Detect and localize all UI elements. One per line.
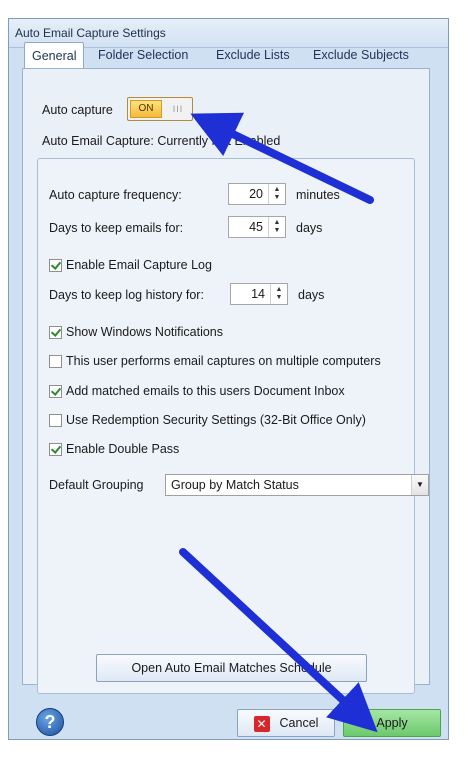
frequency-value[interactable]: 20 bbox=[229, 184, 267, 204]
days-keep-emails-unit: days bbox=[296, 221, 323, 235]
redemption-security-checkbox[interactable] bbox=[49, 414, 62, 427]
enable-log-label: Enable Email Capture Log bbox=[66, 258, 212, 272]
days-keep-emails-label: Days to keep emails for: bbox=[49, 221, 184, 235]
apply-button[interactable]: Apply bbox=[343, 709, 441, 737]
days-keep-log-spinner[interactable]: 14 ▲ ▼ bbox=[230, 283, 288, 305]
days-keep-log-unit: days bbox=[298, 288, 325, 302]
frequency-label: Auto capture frequency: bbox=[49, 188, 182, 202]
chevron-down-icon[interactable]: ▼ bbox=[411, 475, 428, 495]
multiple-computers-checkbox[interactable] bbox=[49, 355, 62, 368]
show-notifications-checkbox[interactable] bbox=[49, 326, 62, 339]
spinner-arrows-icon[interactable]: ▲ ▼ bbox=[268, 217, 285, 237]
capture-status-text: Auto Email Capture: Currently Not Enable… bbox=[42, 134, 281, 148]
spinner-arrows-icon[interactable]: ▲ ▼ bbox=[270, 284, 287, 304]
frequency-unit: minutes bbox=[296, 188, 340, 202]
cancel-button[interactable]: ✕ Cancel bbox=[237, 709, 335, 737]
multiple-computers-label: This user performs email captures on mul… bbox=[66, 354, 381, 368]
document-inbox-label: Add matched emails to this users Documen… bbox=[66, 384, 345, 398]
show-notifications-label: Show Windows Notifications bbox=[66, 325, 224, 339]
enable-log-checkbox[interactable] bbox=[49, 259, 62, 272]
default-grouping-select[interactable]: Group by Match Status ▼ bbox=[165, 474, 429, 496]
days-keep-log-value[interactable]: 14 bbox=[231, 284, 269, 304]
default-grouping-label: Default Grouping bbox=[49, 478, 144, 492]
auto-capture-label: Auto capture bbox=[42, 103, 113, 117]
help-icon[interactable]: ? bbox=[36, 708, 64, 736]
double-pass-label: Enable Double Pass bbox=[66, 442, 180, 456]
redemption-security-label: Use Redemption Security Settings (32-Bit… bbox=[66, 413, 366, 427]
open-schedule-button[interactable]: Open Auto Email Matches Schedule bbox=[96, 654, 367, 682]
cancel-label: Cancel bbox=[279, 716, 319, 730]
double-pass-checkbox[interactable] bbox=[49, 443, 62, 456]
tab-exclude-subjects[interactable]: Exclude Subjects bbox=[307, 42, 415, 68]
default-grouping-value: Group by Match Status bbox=[171, 478, 299, 492]
document-inbox-checkbox[interactable] bbox=[49, 385, 62, 398]
cancel-x-icon: ✕ bbox=[253, 715, 270, 732]
days-keep-emails-spinner[interactable]: 45 ▲ ▼ bbox=[228, 216, 286, 238]
spinner-arrows-icon[interactable]: ▲ ▼ bbox=[268, 184, 285, 204]
toggle-on-label: ON bbox=[130, 100, 162, 118]
tab-exclude-lists[interactable]: Exclude Lists bbox=[210, 42, 296, 68]
frequency-spinner[interactable]: 20 ▲ ▼ bbox=[228, 183, 286, 205]
toggle-off-grip: III bbox=[172, 104, 184, 114]
days-keep-emails-value[interactable]: 45 bbox=[229, 217, 267, 237]
auto-capture-toggle[interactable]: ON III bbox=[127, 97, 193, 121]
tab-folder-selection[interactable]: Folder Selection bbox=[92, 42, 194, 68]
days-keep-log-label: Days to keep log history for: bbox=[49, 288, 204, 302]
tab-general[interactable]: General bbox=[24, 42, 85, 69]
